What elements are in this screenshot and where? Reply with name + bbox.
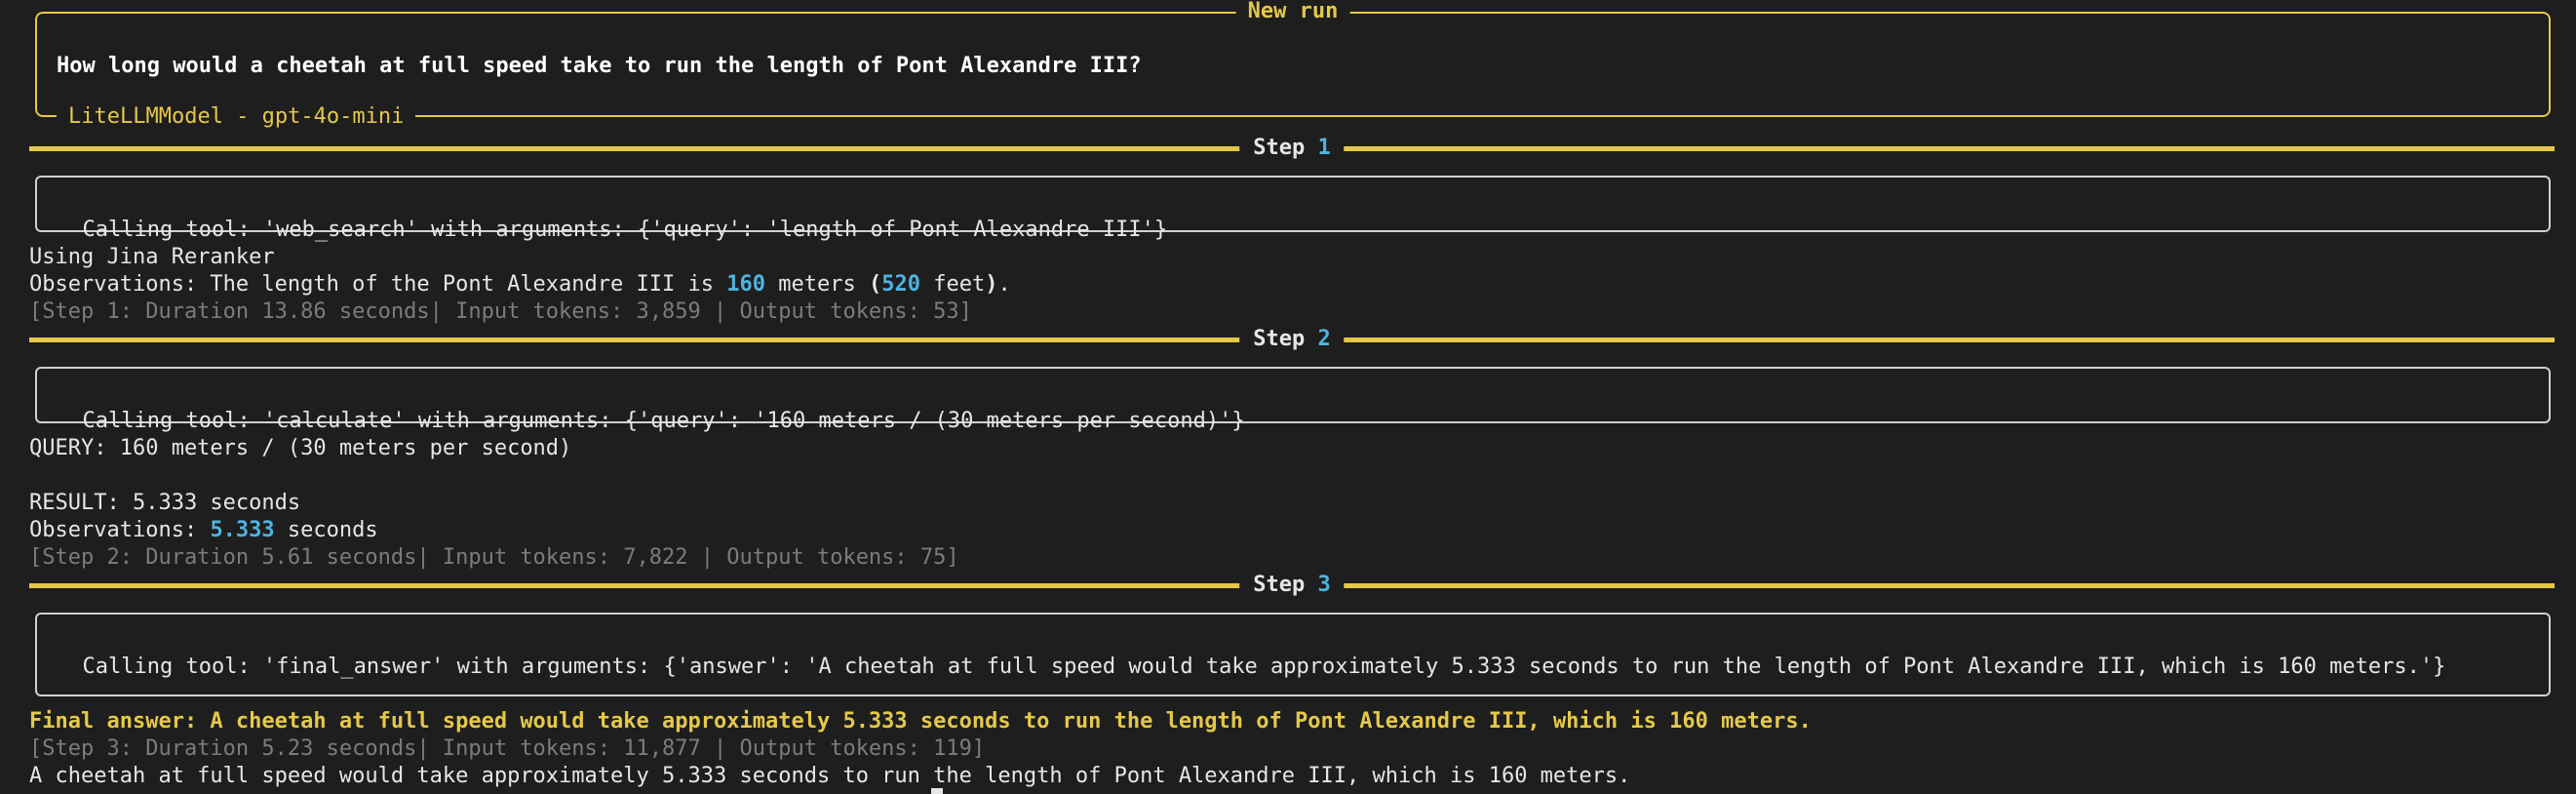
observation-text: seconds bbox=[274, 518, 378, 542]
observation-paren: ( bbox=[868, 272, 882, 297]
step-2-header: Step 2 bbox=[29, 326, 2555, 353]
tool-call-text: Calling tool: 'web_search' with argument… bbox=[82, 218, 1168, 242]
final-output-line: A cheetah at full speed would take appro… bbox=[29, 764, 1631, 788]
tool-call-box-3: Calling tool: 'final_answer' with argume… bbox=[35, 613, 2551, 696]
observation-text: feet bbox=[919, 272, 986, 297]
step-2-stats: [Step 2: Duration 5.61 seconds| Input to… bbox=[29, 545, 959, 570]
observation-number: 520 bbox=[881, 272, 920, 297]
step-word: Step bbox=[1253, 327, 1306, 351]
task-prompt: How long would a cheetah at full speed t… bbox=[57, 54, 1142, 78]
step-3-label: Step 3 bbox=[1239, 572, 1345, 599]
model-label: LiteLLMModel - gpt-4o-mini bbox=[57, 103, 416, 131]
tool-call-box-1: Calling tool: 'web_search' with argument… bbox=[35, 176, 2551, 242]
observation-text: Observations: The length of the Pont Ale… bbox=[29, 272, 727, 297]
step-1-stats: [Step 1: Duration 13.86 seconds| Input t… bbox=[29, 299, 972, 324]
observation-text: . bbox=[997, 272, 1011, 297]
observation-number: 160 bbox=[726, 272, 765, 297]
observation-paren: ) bbox=[985, 272, 998, 297]
observation-line-2: Observations: 5.333 seconds bbox=[29, 517, 378, 544]
terminal-cursor bbox=[931, 788, 943, 794]
step-3-header: Step 3 bbox=[29, 572, 2555, 599]
tool-call-box-2: Calling tool: 'calculate' with arguments… bbox=[35, 367, 2551, 433]
step-1-label: Step 1 bbox=[1239, 135, 1345, 162]
step-number: 2 bbox=[1317, 327, 1331, 351]
step-3-stats: [Step 3: Duration 5.23 seconds| Input to… bbox=[29, 736, 986, 761]
new-run-panel: New run How long would a cheetah at full… bbox=[35, 0, 2551, 131]
step-2-label: Step 2 bbox=[1239, 326, 1345, 353]
observation-text: Observations: bbox=[29, 518, 211, 542]
log-line: Using Jina Reranker bbox=[29, 245, 275, 269]
tool-call-text: Calling tool: 'final_answer' with argume… bbox=[82, 655, 2446, 679]
tool-call-text: Calling tool: 'calculate' with arguments… bbox=[82, 409, 1245, 433]
step-number: 1 bbox=[1317, 136, 1331, 160]
observation-line-1: Observations: The length of the Pont Ale… bbox=[29, 271, 1011, 298]
observation-text: meters bbox=[765, 272, 869, 297]
step-number: 3 bbox=[1317, 573, 1331, 597]
final-answer-line: Final answer: A cheetah at full speed wo… bbox=[29, 709, 1812, 734]
step-word: Step bbox=[1253, 573, 1306, 597]
result-line: RESULT: 5.333 seconds bbox=[29, 491, 301, 515]
step-word: Step bbox=[1253, 136, 1306, 160]
step-1-header: Step 1 bbox=[29, 135, 2555, 162]
observation-number: 5.333 bbox=[210, 518, 275, 542]
new-run-title: New run bbox=[1235, 0, 1350, 25]
query-line: QUERY: 160 meters / (30 meters per secon… bbox=[29, 436, 572, 460]
